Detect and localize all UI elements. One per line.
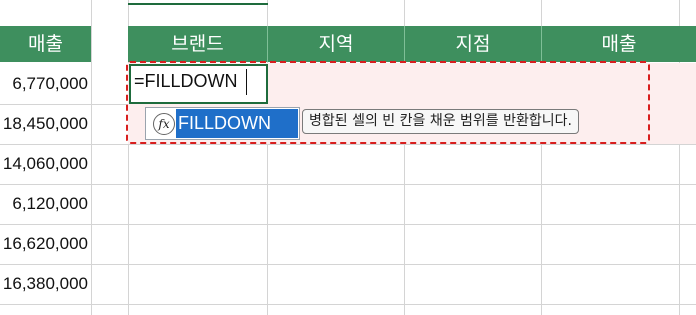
gridline — [0, 304, 696, 305]
header-divider — [404, 26, 405, 62]
function-tooltip: 병합된 셀의 빈 칸을 채운 범위를 반환합니다. — [302, 109, 579, 134]
sales-cell[interactable]: 6,120,000 — [0, 184, 90, 224]
sales-cell[interactable]: 14,060,000 — [0, 144, 90, 184]
selection-indicator — [128, 3, 268, 5]
header-divider — [267, 26, 268, 62]
header-sales[interactable]: 매출 — [542, 26, 696, 62]
autocomplete-item-filldown[interactable]: fx FILLDOWN — [147, 109, 299, 138]
header-divider — [541, 26, 542, 62]
header-region[interactable]: 지역 — [268, 26, 404, 62]
gridline — [91, 0, 92, 315]
header-branch[interactable]: 지점 — [405, 26, 541, 62]
sales-cell[interactable]: 6,770,000 — [0, 64, 90, 104]
sales-cell[interactable]: 18,450,000 — [0, 104, 90, 144]
header-sales-left[interactable]: 매출 — [0, 26, 91, 62]
gridline — [0, 264, 696, 265]
function-icon: fx — [153, 113, 175, 135]
autocomplete-item-label: FILLDOWN — [176, 109, 298, 138]
text-caret — [246, 69, 247, 95]
formula-input[interactable]: =FILLDOWN — [134, 71, 238, 92]
gridline — [0, 184, 696, 185]
header-brand[interactable]: 브랜드 — [128, 26, 267, 62]
gridline — [0, 144, 696, 145]
gridline — [0, 224, 696, 225]
sales-cell[interactable]: 16,380,000 — [0, 264, 90, 304]
autocomplete-dropdown: fx FILLDOWN — [145, 107, 300, 140]
sales-cell[interactable]: 16,620,000 — [0, 224, 90, 264]
